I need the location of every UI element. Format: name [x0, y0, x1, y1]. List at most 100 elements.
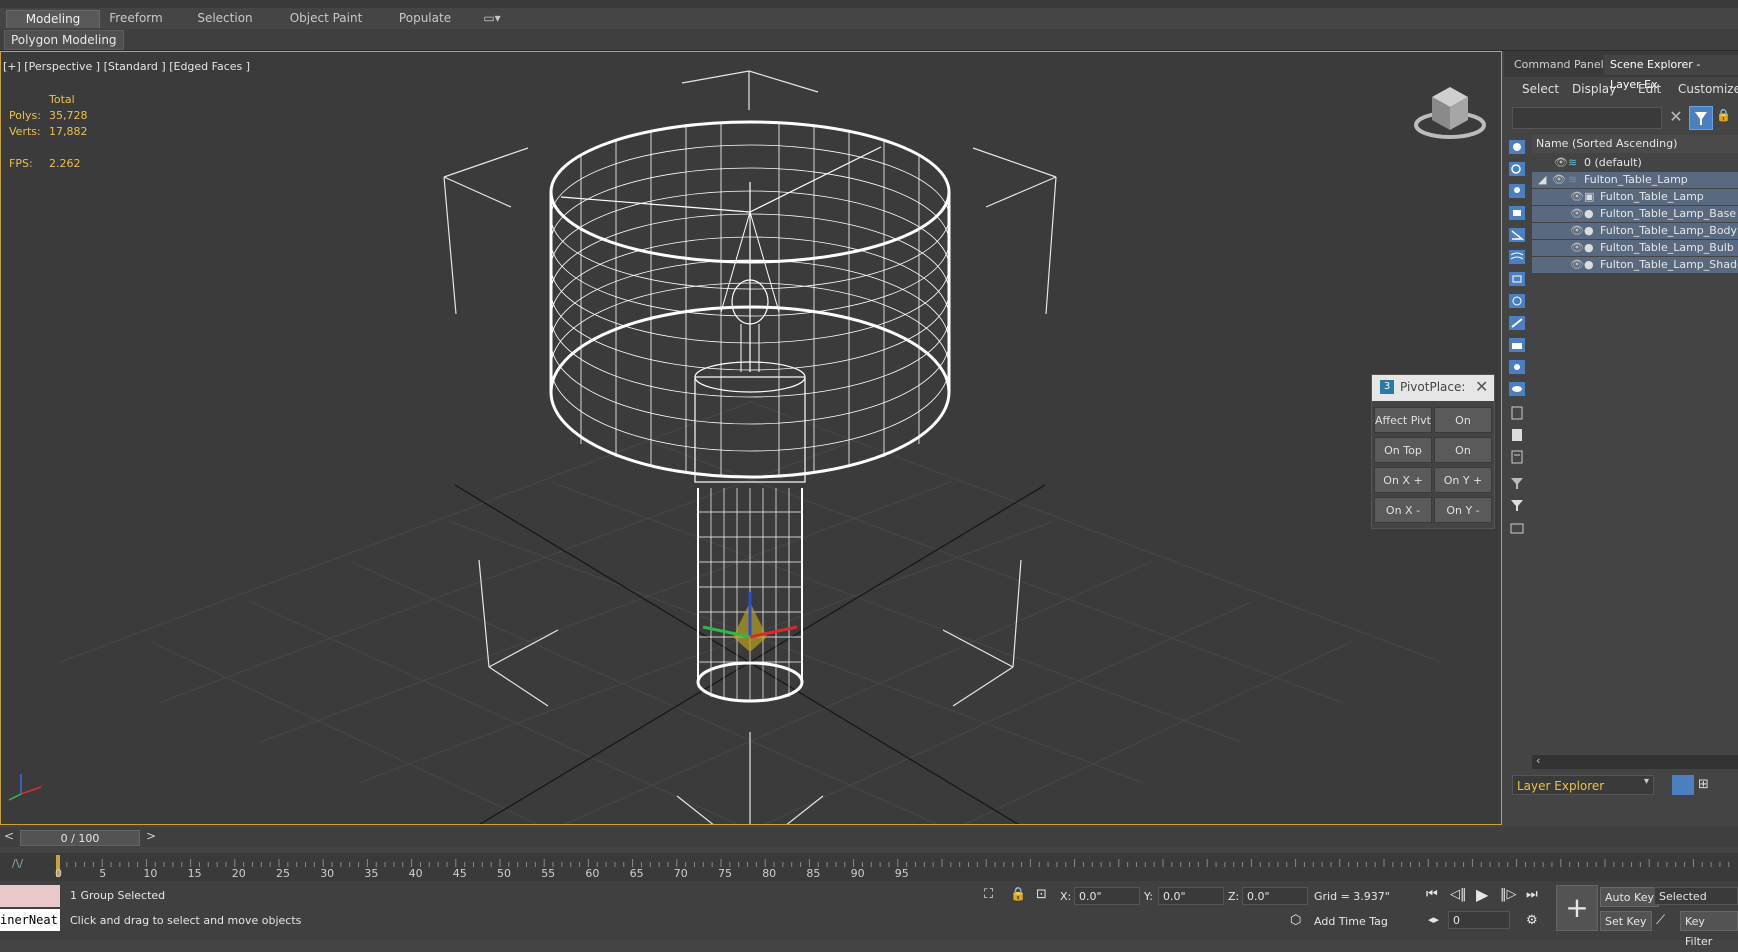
absolute-mode-icon[interactable]: ⊡	[1036, 887, 1047, 902]
space-warps-icon[interactable]	[1508, 249, 1526, 265]
set-key-button[interactable]: Set Key	[1600, 911, 1652, 931]
tree-row[interactable]: 👁 ≋ 0 (default)	[1532, 155, 1738, 171]
lock-icon[interactable]: 🔒	[1716, 108, 1732, 126]
time-slider-thumb[interactable]: 0 / 100	[20, 830, 140, 846]
polygon-modeling-button[interactable]: Polygon Modeling	[4, 30, 124, 50]
time-config-icon[interactable]: ⚙	[1526, 913, 1538, 928]
chevron-down-icon[interactable]: ▾	[1644, 776, 1649, 787]
eye-icon[interactable]: 👁	[1570, 257, 1584, 273]
tab-object-paint[interactable]: Object Paint	[284, 10, 368, 27]
containers-icon[interactable]	[1508, 337, 1526, 353]
filter-icon[interactable]	[1689, 106, 1713, 130]
on-y-plus-button[interactable]: On Y +	[1434, 467, 1492, 493]
display-all-icon[interactable]	[1508, 139, 1526, 155]
y-coordinate-field[interactable]: 0.0"	[1158, 887, 1224, 905]
track-bar[interactable]: /\/ 0 5 10 15 20 25 30 35 40 45 50 55 60 65 70 75 80 85 90…	[0, 853, 1738, 881]
auto-key-button[interactable]: Auto Key	[1600, 887, 1659, 907]
filter-toggle-icon[interactable]	[1508, 497, 1526, 513]
add-time-tag[interactable]: Add Time Tag	[1314, 915, 1388, 928]
key-filters-button[interactable]: Key Filter	[1680, 911, 1738, 948]
frozen-icon[interactable]	[1508, 381, 1526, 397]
sort-by-layer-icon[interactable]	[1672, 775, 1694, 795]
x-coordinate-field[interactable]: 0.0"	[1074, 887, 1140, 905]
current-frame-field[interactable]: 0	[1448, 911, 1510, 929]
ribbon-options-icon[interactable]: ▭▾	[478, 10, 506, 27]
clear-search-icon[interactable]: ✕	[1667, 107, 1685, 127]
expand-icon[interactable]: ◢	[1538, 172, 1546, 188]
bones-icon[interactable]	[1508, 315, 1526, 331]
cameras-icon[interactable]	[1508, 205, 1526, 221]
select-all-icon[interactable]	[1508, 427, 1526, 443]
set-key-plus-icon[interactable]: +	[1556, 885, 1598, 931]
on-bottom-button[interactable]: On Bottom	[1434, 437, 1492, 483]
menu-customize[interactable]: Customize	[1678, 82, 1738, 96]
listener-swatch[interactable]	[0, 885, 60, 907]
tree-row[interactable]: 👁 ● Fulton_Table_Lamp_Bulb	[1532, 240, 1738, 256]
xrefs-icon[interactable]	[1508, 293, 1526, 309]
on-y-minus-button[interactable]: On Y -	[1434, 497, 1492, 523]
go-to-end-icon[interactable]: ⏭	[1526, 887, 1538, 902]
horizontal-scrollbar[interactable]: ‹	[1532, 754, 1738, 769]
menu-select[interactable]: Select	[1522, 82, 1559, 96]
find-icon[interactable]	[1508, 519, 1526, 535]
tab-command-panel[interactable]: Command Panel	[1508, 55, 1610, 75]
eye-icon[interactable]: 👁	[1570, 189, 1584, 205]
tab-scene-explorer[interactable]: Scene Explorer - Layer Ex	[1604, 55, 1738, 91]
on-top-button[interactable]: On Top	[1374, 437, 1432, 463]
particles-icon[interactable]	[1508, 359, 1526, 375]
z-coordinate-field[interactable]: 0.0"	[1242, 887, 1308, 905]
go-to-start-icon[interactable]: ⏮	[1426, 887, 1438, 902]
search-input[interactable]	[1512, 107, 1662, 129]
scroll-left-icon[interactable]: ‹	[1536, 754, 1540, 767]
tree-row[interactable]: 👁 ● Fulton_Table_Lamp_Base	[1532, 206, 1738, 222]
next-frame-icon[interactable]: ‖▷	[1500, 887, 1517, 902]
next-frame-button[interactable]: >	[146, 829, 156, 843]
eye-icon[interactable]: 👁	[1552, 172, 1566, 188]
isolate-selection-icon[interactable]: ⛶	[984, 887, 993, 902]
lock-selection-icon[interactable]: 🔒	[1010, 887, 1026, 902]
tree-row[interactable]: 👁 ● Fulton_Table_Lamp_Shade	[1532, 257, 1738, 273]
menu-display[interactable]: Display	[1572, 82, 1616, 96]
on-x-minus-button[interactable]: On X -	[1374, 497, 1432, 523]
key-filter-icon[interactable]: ⟋	[1656, 913, 1665, 928]
eye-icon[interactable]: 👁	[1570, 223, 1584, 239]
explorer-dropdown[interactable]: Layer Explorer	[1512, 775, 1654, 795]
on-center-button[interactable]: On Center	[1434, 407, 1492, 453]
geometry-icon[interactable]	[1508, 161, 1526, 177]
previous-frame-icon[interactable]: ◁‖	[1450, 887, 1467, 902]
eye-icon[interactable]: 👁	[1570, 206, 1584, 222]
menu-edit[interactable]: Edit	[1638, 82, 1661, 96]
groups-icon[interactable]	[1508, 271, 1526, 287]
play-icon[interactable]: ▶	[1476, 885, 1488, 904]
tab-selection[interactable]: Selection	[190, 10, 260, 27]
time-slider[interactable]: < 0 / 100 >	[0, 827, 1738, 847]
affect-pivot-button[interactable]: Affect Pivt	[1374, 407, 1432, 433]
tree-row[interactable]: 👁 ▣ Fulton_Table_Lamp	[1532, 189, 1738, 205]
key-mode-icon[interactable]: ◂▸	[1428, 913, 1439, 926]
helpers-icon[interactable]	[1508, 227, 1526, 243]
prev-frame-button[interactable]: <	[4, 829, 14, 843]
tree-row[interactable]: ◢ 👁 ≋ Fulton_Table_Lamp	[1532, 172, 1738, 188]
viewport-label[interactable]: [+] [Perspective ] [Standard ] [Edged Fa…	[3, 60, 250, 73]
filter-settings-icon[interactable]	[1508, 475, 1526, 491]
eye-icon[interactable]: 👁	[1570, 240, 1584, 256]
eye-icon[interactable]: 👁	[1554, 155, 1568, 171]
tree-column-header[interactable]: Name (Sorted Ascending)	[1532, 135, 1738, 153]
perspective-viewport[interactable]: [+] [Perspective ] [Standard ] [Edged Fa…	[0, 51, 1502, 825]
maxscript-listener[interactable]: inerNeat	[0, 909, 60, 931]
list-icon[interactable]	[1508, 405, 1526, 421]
ribbon-panel: Polygon Modeling	[0, 29, 1738, 51]
select-invert-icon[interactable]	[1508, 449, 1526, 465]
tab-freeform[interactable]: Freeform	[100, 10, 172, 27]
pivotplace-titlebar[interactable]: 3 PivotPlace: ✕	[1372, 375, 1494, 401]
tick-labels: 0 5 10 15 20 25 30 35 40 45 50 55 60 65 70 75 80 85 90 95	[0, 853, 1738, 881]
time-tag-icon[interactable]: ⬡	[1290, 913, 1301, 928]
on-x-plus-button[interactable]: On X +	[1374, 467, 1432, 493]
tab-populate[interactable]: Populate	[394, 10, 456, 27]
selection-set-dropdown[interactable]: Selected	[1654, 887, 1738, 905]
close-icon[interactable]: ✕	[1475, 377, 1488, 396]
sort-by-hierarchy-icon[interactable]: ⊞	[1698, 777, 1709, 792]
tree-row[interactable]: 👁 ● Fulton_Table_Lamp_Body	[1532, 223, 1738, 239]
shapes-icon[interactable]	[1508, 183, 1526, 199]
tab-modeling[interactable]: Modeling	[6, 10, 100, 28]
